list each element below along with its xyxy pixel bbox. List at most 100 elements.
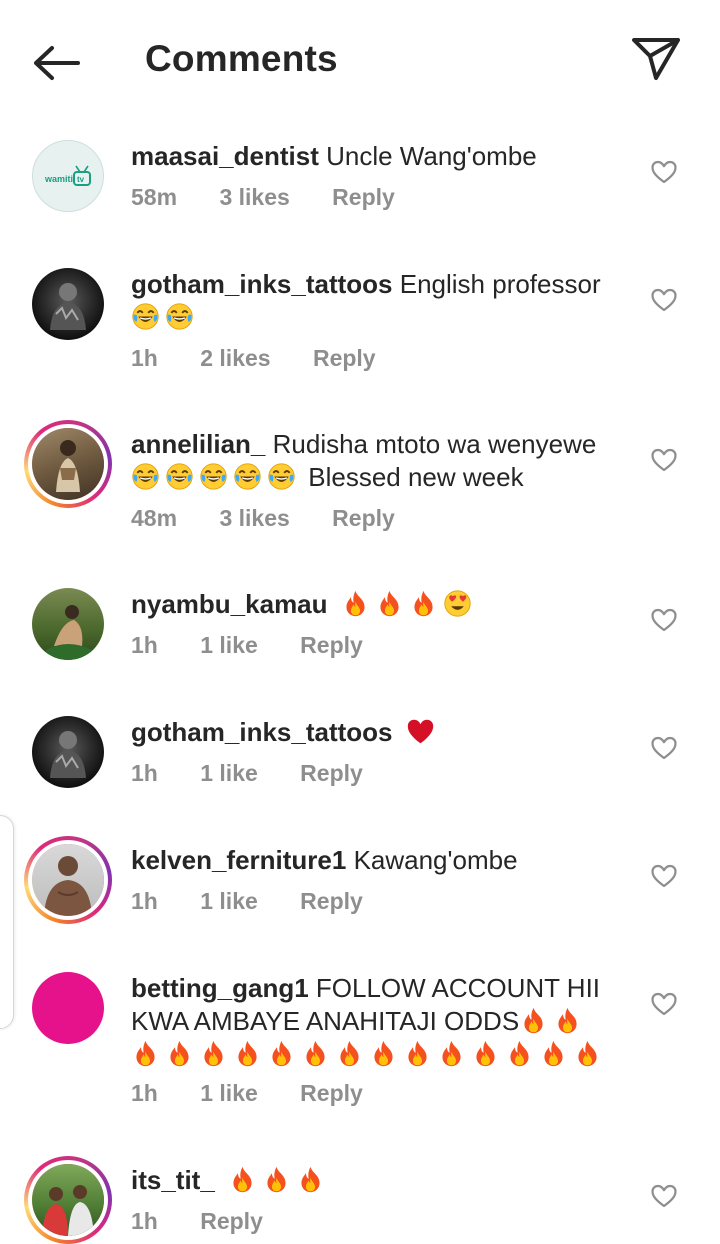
comment-meta: 1h 1 like Reply (131, 1080, 399, 1107)
reply-button[interactable]: Reply (332, 184, 395, 210)
username-link[interactable]: kelven_ferniture1 (131, 845, 346, 875)
comment-meta: 1h 1 like Reply (131, 760, 399, 787)
comment-text: gotham_inks_tattoos English professor (131, 268, 631, 334)
timestamp: 1h (131, 632, 158, 658)
fire-emoji-icon (335, 1039, 364, 1068)
like-heart-icon[interactable] (650, 159, 678, 185)
fire-emoji-icon (403, 1039, 432, 1068)
top-bar: Comments (0, 0, 720, 120)
comment-meta: 58m 3 likes Reply (131, 184, 431, 211)
laughing-emoji-icon (165, 462, 194, 491)
comment-meta: 1h 1 like Reply (131, 632, 399, 659)
likes-count[interactable]: 1 like (200, 632, 258, 658)
avatar-photo (42, 1185, 94, 1236)
like-heart-icon[interactable] (650, 991, 678, 1017)
edge-panel-handle[interactable] (0, 815, 14, 1029)
timestamp: 1h (131, 345, 158, 371)
like-heart-icon[interactable] (650, 1183, 678, 1209)
comment-meta: 1h Reply (131, 1208, 299, 1235)
username-link[interactable]: gotham_inks_tattoos (131, 717, 393, 747)
fire-emoji-icon (369, 1039, 398, 1068)
username-link[interactable]: betting_gang1 (131, 973, 309, 1003)
fire-emoji-icon (165, 1039, 194, 1068)
fire-emoji-icon (539, 1039, 568, 1068)
reply-button[interactable]: Reply (300, 632, 363, 658)
laughing-emoji-icon (267, 462, 296, 491)
story-avatar[interactable] (24, 836, 112, 924)
comment-meta: 1h 2 likes Reply (131, 345, 412, 372)
red-heart-emoji-icon (406, 717, 435, 746)
fire-emoji-icon (471, 1039, 500, 1068)
reply-button[interactable]: Reply (200, 1208, 263, 1234)
avatar-photo (46, 605, 92, 660)
likes-count[interactable]: 1 like (200, 888, 258, 914)
fire-emoji-icon (573, 1039, 602, 1068)
avatar-photo (44, 856, 92, 916)
comment-meta: 1h 1 like Reply (131, 888, 399, 915)
likes-count[interactable]: 1 like (200, 760, 258, 786)
fire-emoji-icon (519, 1006, 548, 1035)
avatar-photo (50, 283, 86, 330)
avatar[interactable] (32, 588, 104, 660)
username-link[interactable]: maasai_dentist (131, 141, 319, 171)
likes-count[interactable]: 1 like (200, 1080, 258, 1106)
reply-button[interactable]: Reply (313, 345, 376, 371)
reply-button[interactable]: Reply (300, 760, 363, 786)
svg-text:wamiti: wamiti (44, 174, 73, 184)
svg-text:tv: tv (77, 175, 85, 184)
solid-avatar (32, 972, 104, 1044)
timestamp: 58m (131, 184, 178, 210)
fire-emoji-icon (553, 1006, 582, 1035)
username-link[interactable]: its_tit_ (131, 1165, 215, 1195)
reply-button[interactable]: Reply (300, 1080, 363, 1106)
fire-emoji-icon (228, 1165, 257, 1194)
laughing-emoji-icon (233, 462, 262, 491)
avatar[interactable] (32, 972, 104, 1044)
laughing-emoji-icon (199, 462, 228, 491)
timestamp: 1h (131, 888, 158, 914)
username-link[interactable]: nyambu_kamau (131, 589, 328, 619)
timestamp: 48m (131, 505, 178, 531)
comment-text: annelilian_ Rudisha mtoto wa wenyewe Ble… (131, 428, 631, 494)
likes-count[interactable]: 3 likes (219, 505, 289, 531)
avatar[interactable] (32, 716, 104, 788)
like-heart-icon[interactable] (650, 863, 678, 889)
fire-emoji-icon (301, 1039, 330, 1068)
like-heart-icon[interactable] (650, 447, 678, 473)
paper-plane-icon[interactable] (628, 34, 684, 84)
comment-body: Kawang'ombe (353, 845, 518, 875)
fire-emoji-icon (131, 1039, 160, 1068)
like-heart-icon[interactable] (650, 735, 678, 761)
laughing-emoji-icon (131, 462, 160, 491)
laughing-emoji-icon (165, 302, 194, 331)
fire-emoji-icon (296, 1165, 325, 1194)
like-heart-icon[interactable] (650, 607, 678, 633)
avatar[interactable]: wamiti tv (32, 140, 104, 212)
timestamp: 1h (131, 1208, 158, 1234)
page-title: Comments (145, 38, 338, 79)
comment-meta: 48m 3 likes Reply (131, 505, 431, 532)
fire-emoji-icon (375, 589, 404, 618)
username-link[interactable]: gotham_inks_tattoos (131, 269, 393, 299)
fire-emoji-icon (505, 1039, 534, 1068)
comment-body-continued: Blessed new week (308, 462, 524, 492)
fire-emoji-icon (262, 1165, 291, 1194)
story-avatar[interactable] (24, 1156, 112, 1244)
heart-eyes-emoji-icon (443, 589, 472, 618)
avatar[interactable] (32, 268, 104, 340)
avatar-photo (56, 440, 80, 492)
story-avatar[interactable] (24, 420, 112, 508)
back-arrow-icon[interactable] (28, 40, 84, 86)
reply-button[interactable]: Reply (300, 888, 363, 914)
likes-count[interactable]: 3 likes (219, 184, 289, 210)
likes-count[interactable]: 2 likes (200, 345, 270, 371)
reply-button[interactable]: Reply (332, 505, 395, 531)
comment-body: Rudisha mtoto wa wenyewe (272, 429, 597, 459)
comment-text: nyambu_kamau (131, 588, 631, 621)
username-link[interactable]: annelilian_ (131, 429, 265, 459)
fire-emoji-icon (341, 589, 370, 618)
like-heart-icon[interactable] (650, 287, 678, 313)
comment-text: gotham_inks_tattoos (131, 716, 631, 749)
wamiti-tv-logo: wamiti tv (44, 165, 91, 186)
timestamp: 1h (131, 1080, 158, 1106)
